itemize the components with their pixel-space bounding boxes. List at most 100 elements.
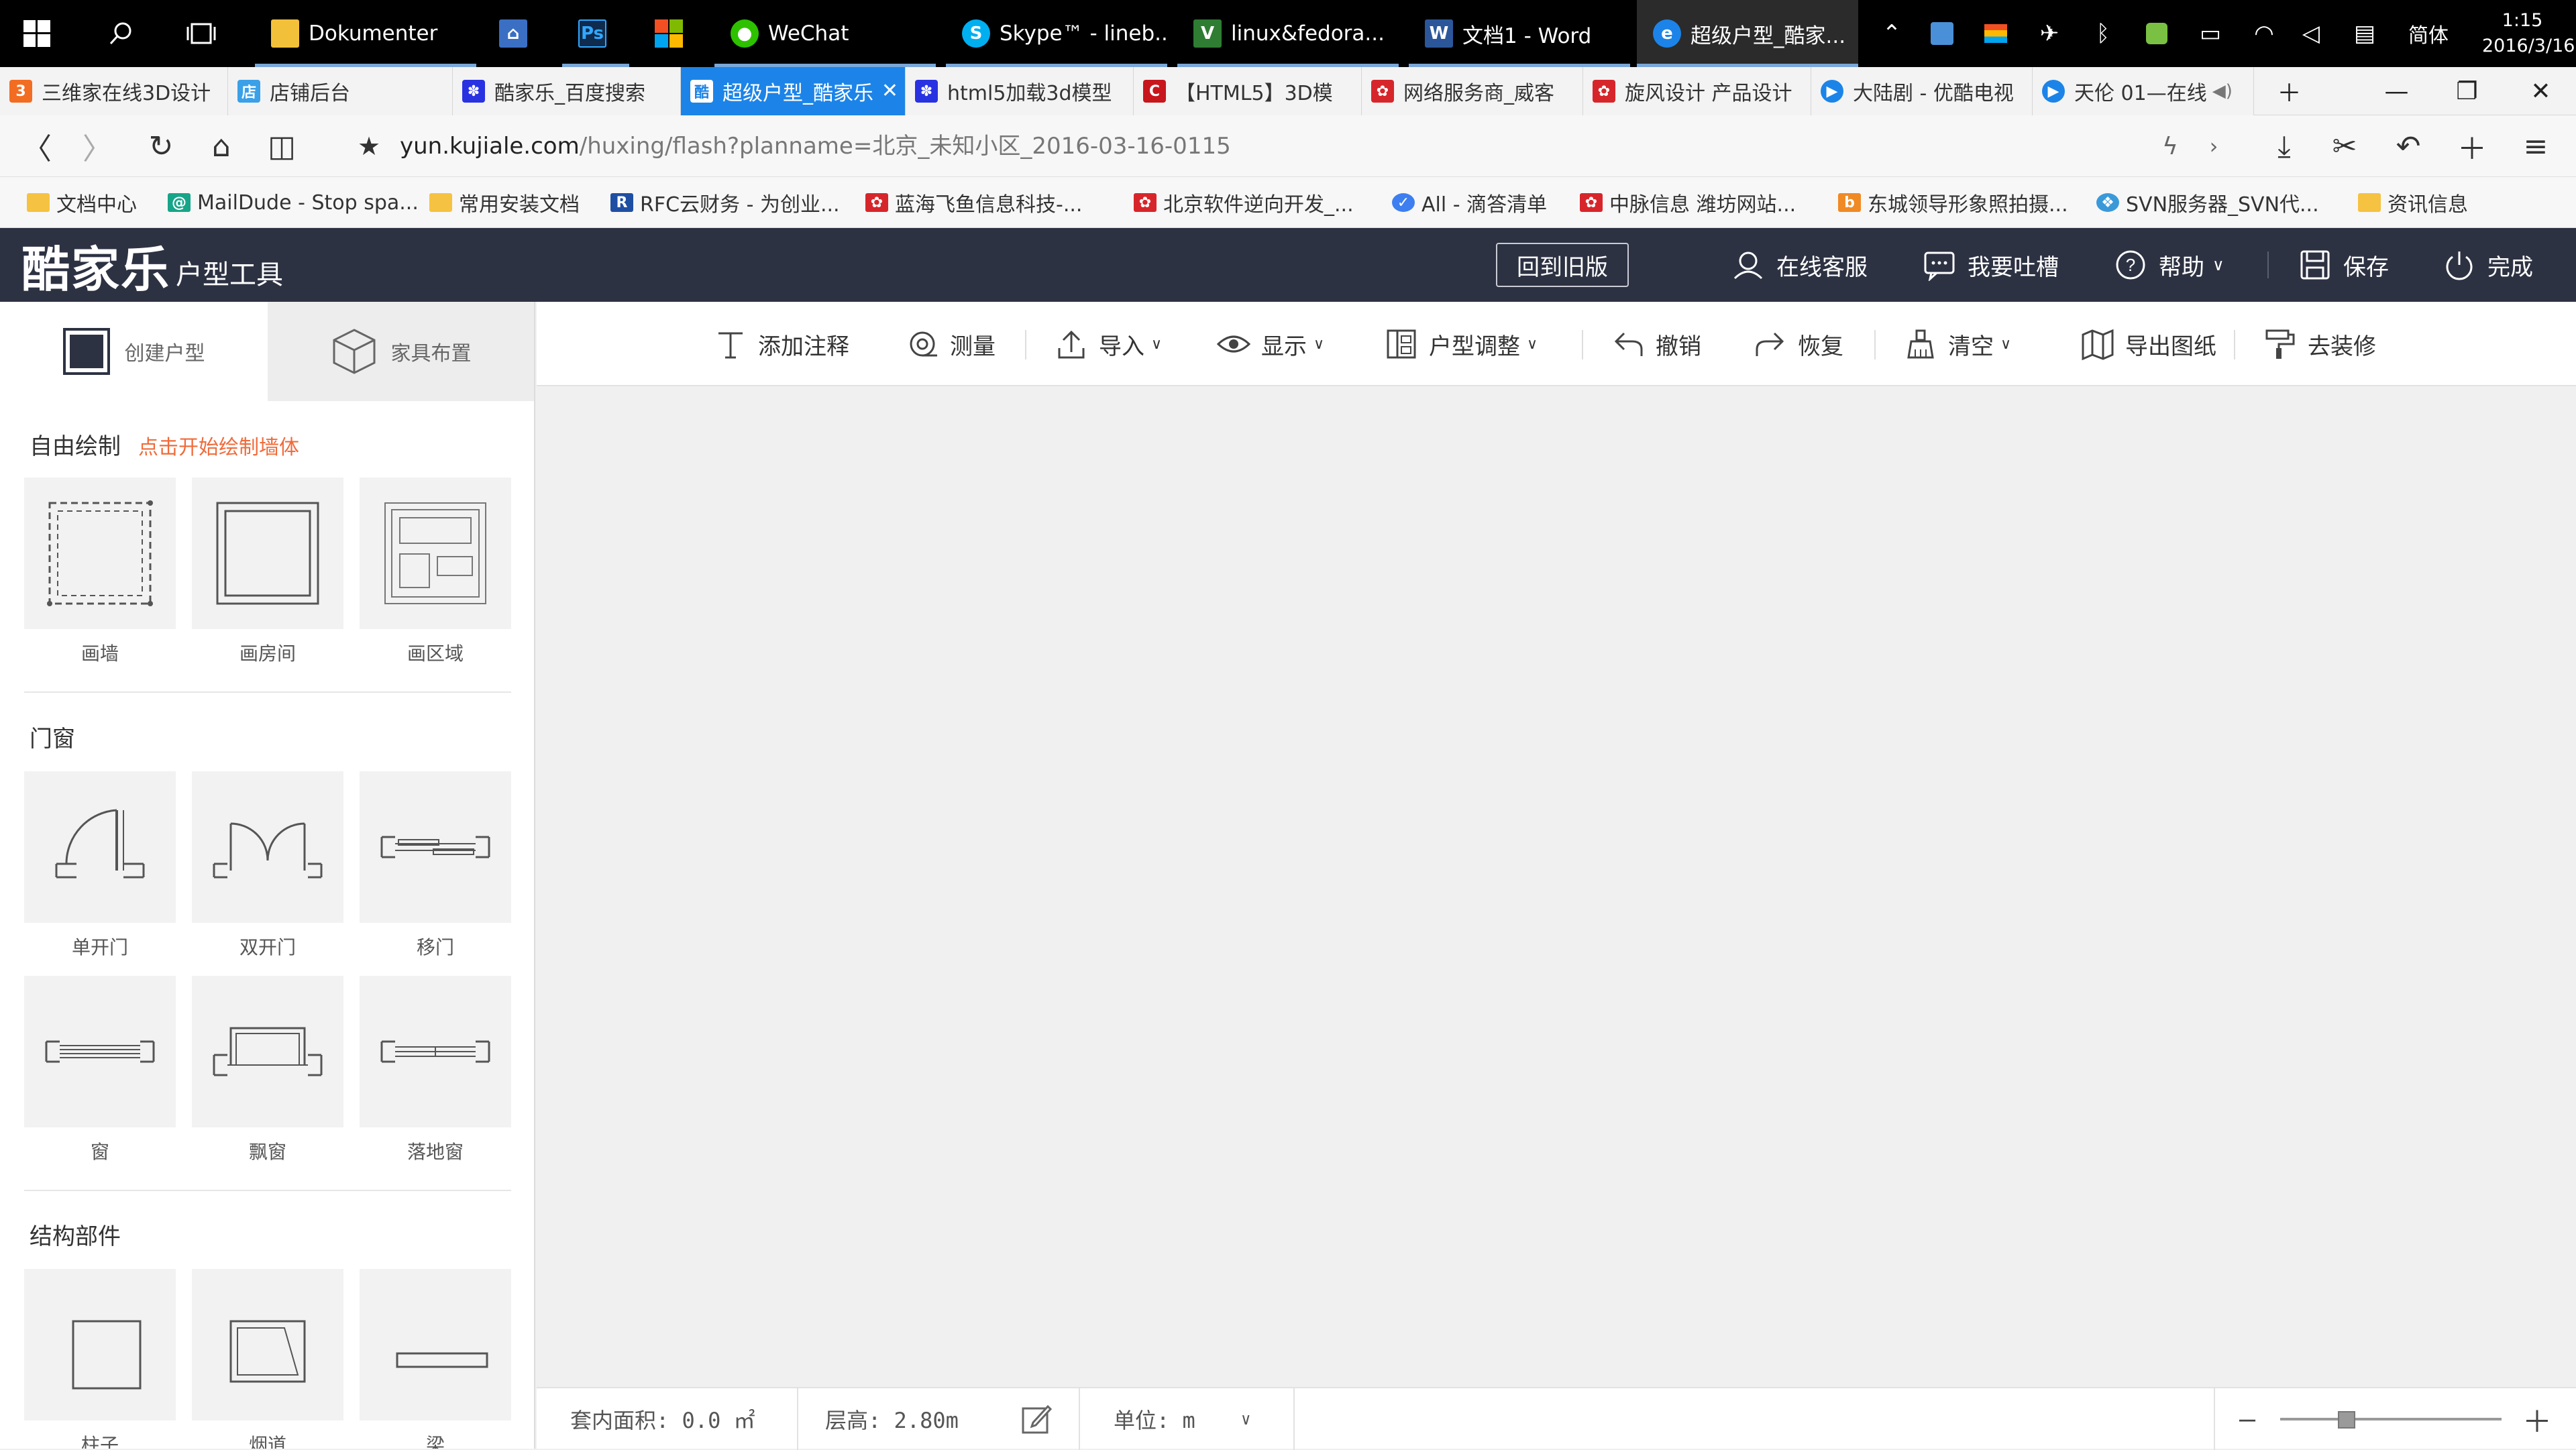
- display-button[interactable]: 显示 ∨: [1216, 302, 1324, 386]
- save-button[interactable]: 保存: [2298, 228, 2389, 302]
- floor-height-readout[interactable]: 层高: 2.80m: [825, 1388, 959, 1450]
- floorplan-adjust-button[interactable]: 户型调整 ∨: [1383, 302, 1538, 386]
- bay-window-tile[interactable]: [192, 976, 343, 1127]
- draw-wall-tile[interactable]: [24, 478, 176, 629]
- undo-arrow-icon[interactable]: ↶: [2378, 115, 2438, 177]
- french-window-tile[interactable]: [360, 976, 511, 1127]
- bookmark-item[interactable]: ❖ SVN服务器_SVN代...: [2096, 177, 2319, 228]
- browser-tab[interactable]: ✿ 网络服务商_威客: [1362, 67, 1583, 115]
- taskbar-app-word[interactable]: W 文档1 - Word: [1409, 0, 1630, 67]
- zoom-out-button[interactable]: —: [2239, 1388, 2255, 1450]
- flue-tile[interactable]: [192, 1269, 343, 1420]
- tab-create-floorplan[interactable]: 创建户型: [0, 302, 268, 401]
- single-door-tile[interactable]: [24, 771, 176, 923]
- draw-area-tile[interactable]: [360, 478, 511, 629]
- taskbar-app-photoshop[interactable]: Ps: [562, 0, 629, 67]
- bookmark-item[interactable]: @ MailDude - Stop spa...: [168, 177, 419, 228]
- browser-tab[interactable]: ✽ html5加载3d模型: [906, 67, 1134, 115]
- download-icon[interactable]: ⤓: [2254, 115, 2314, 177]
- floorplan-canvas[interactable]: [537, 386, 2576, 1387]
- new-tab-button[interactable]: ＋: [2254, 67, 2324, 115]
- reading-view-icon[interactable]: ◫: [252, 115, 312, 177]
- bookmark-item[interactable]: 常用安装文档: [429, 177, 580, 228]
- sliding-door-tile[interactable]: [360, 771, 511, 923]
- online-service-button[interactable]: 在线客服: [1731, 228, 1868, 302]
- taskbar-app-store[interactable]: [639, 0, 706, 67]
- beam-tile[interactable]: [360, 1269, 511, 1420]
- browser-tab[interactable]: ▶ 大陆剧 - 优酷电视: [1811, 67, 2033, 115]
- add-annotation-button[interactable]: 添加注释: [712, 302, 849, 386]
- chevron-right-icon[interactable]: ›: [2184, 115, 2244, 177]
- tab-furniture-layout[interactable]: 家具布置: [268, 302, 534, 401]
- bookmark-item[interactable]: ✓ All - 滴答清单: [1392, 177, 1547, 228]
- task-view-icon[interactable]: [168, 0, 235, 67]
- measure-button[interactable]: 测量: [904, 302, 996, 386]
- tray-app-icon[interactable]: [1919, 0, 1966, 67]
- chevron-down-icon[interactable]: ∨: [1241, 1388, 1250, 1450]
- zoom-in-button[interactable]: ＋: [2522, 1388, 2552, 1450]
- clear-button[interactable]: 清空 ∨: [1902, 302, 2011, 386]
- export-drawing-button[interactable]: 导出图纸: [2080, 302, 2216, 386]
- chevron-up-icon[interactable]: ⌃: [1872, 0, 1912, 67]
- tray-shield-icon[interactable]: [2133, 0, 2180, 67]
- minimize-button[interactable]: —: [2361, 67, 2432, 115]
- favorite-star-icon[interactable]: ★: [339, 115, 399, 177]
- add-icon[interactable]: ＋: [2442, 115, 2502, 177]
- browser-tab-active[interactable]: 酷 超级户型_酷家乐 ✕: [681, 67, 906, 115]
- taskbar-app-vim[interactable]: V linux&fedora...: [1177, 0, 1399, 67]
- unit-selector[interactable]: 单位: m: [1114, 1388, 1195, 1450]
- bookmark-item[interactable]: 资讯信息: [2358, 177, 2468, 228]
- double-door-tile[interactable]: [192, 771, 343, 923]
- bookmark-item[interactable]: ✿ 蓝海飞鱼信息科技-...: [865, 177, 1082, 228]
- windows-start-icon[interactable]: [0, 0, 74, 67]
- back-icon[interactable]: 〈: [7, 115, 67, 177]
- action-center-icon[interactable]: ▤: [2341, 0, 2388, 67]
- feedback-button[interactable]: 我要吐槽: [1922, 228, 2059, 302]
- bookmark-item[interactable]: 文档中心: [27, 177, 137, 228]
- pillar-tile[interactable]: [24, 1269, 176, 1420]
- home-icon[interactable]: ⌂: [191, 115, 252, 177]
- browser-tab[interactable]: 店 店铺后台: [228, 67, 453, 115]
- bookmark-item[interactable]: b 东城领导形象照拍摄...: [1838, 177, 2068, 228]
- menu-icon[interactable]: ≡: [2506, 115, 2566, 177]
- bookmark-item[interactable]: ✿ 北京软件逆向开发_...: [1134, 177, 1354, 228]
- undo-button[interactable]: 撤销: [1610, 302, 1701, 386]
- browser-tab[interactable]: ▶ 天伦 01—在线 ◀): [2033, 67, 2254, 115]
- draw-room-tile[interactable]: [192, 478, 343, 629]
- ime-indicator[interactable]: 简体: [2395, 0, 2462, 67]
- taskbar-app-wechat[interactable]: ● WeChat: [714, 0, 936, 67]
- zoom-slider-track[interactable]: [2280, 1418, 2502, 1420]
- restore-button[interactable]: ❐: [2432, 67, 2502, 115]
- close-tab-icon[interactable]: ✕: [881, 79, 898, 103]
- forward-icon[interactable]: 〉: [67, 115, 127, 177]
- go-decorate-button[interactable]: 去装修: [2262, 302, 2376, 386]
- browser-tab[interactable]: ✿ 旋风设计 产品设计: [1583, 67, 1811, 115]
- search-icon[interactable]: [87, 0, 154, 67]
- bluetooth-icon[interactable]: ᛒ: [2080, 0, 2127, 67]
- zoom-slider-thumb[interactable]: [2338, 1411, 2355, 1429]
- scissors-icon[interactable]: ✂: [2314, 115, 2375, 177]
- volume-icon[interactable]: ◁: [2288, 0, 2334, 67]
- bookmark-item[interactable]: R RFC云财务 - 为创业...: [610, 177, 840, 228]
- taskbar-app-explorer[interactable]: Dokumenter: [255, 0, 476, 67]
- refresh-icon[interactable]: ↻: [131, 115, 191, 177]
- taskbar-app-browser[interactable]: e 超级户型_酷家...: [1637, 0, 1858, 67]
- close-window-button[interactable]: ✕: [2506, 67, 2576, 115]
- taskbar-app-network[interactable]: ⌂: [483, 0, 550, 67]
- browser-tab[interactable]: 3 三维家在线3D设计: [0, 67, 228, 115]
- bookmark-item[interactable]: ✿ 中脉信息 潍坊网站...: [1580, 177, 1796, 228]
- url-field[interactable]: yun.kujiale.com/huxing/flash?planname=北京…: [400, 115, 1231, 177]
- done-button[interactable]: 完成: [2442, 228, 2533, 302]
- clock[interactable]: 1:15 2016/3/16: [2482, 8, 2575, 59]
- wifi-icon[interactable]: ◠: [2241, 0, 2288, 67]
- browser-tab[interactable]: C 【HTML5】3D模: [1134, 67, 1362, 115]
- tray-flag-icon[interactable]: [1972, 0, 2019, 67]
- window-tile[interactable]: [24, 976, 176, 1127]
- taskbar-app-skype[interactable]: S Skype™ - lineb...: [946, 0, 1167, 67]
- battery-icon[interactable]: ▭: [2187, 0, 2234, 67]
- browser-tab[interactable]: ✽ 酷家乐_百度搜索: [453, 67, 681, 115]
- help-button[interactable]: ? 帮助 ∨: [2113, 228, 2224, 302]
- redo-button[interactable]: 恢复: [1752, 302, 1843, 386]
- back-to-old-version-button[interactable]: 回到旧版: [1496, 243, 1629, 287]
- tray-satellite-icon[interactable]: ✈: [2026, 0, 2073, 67]
